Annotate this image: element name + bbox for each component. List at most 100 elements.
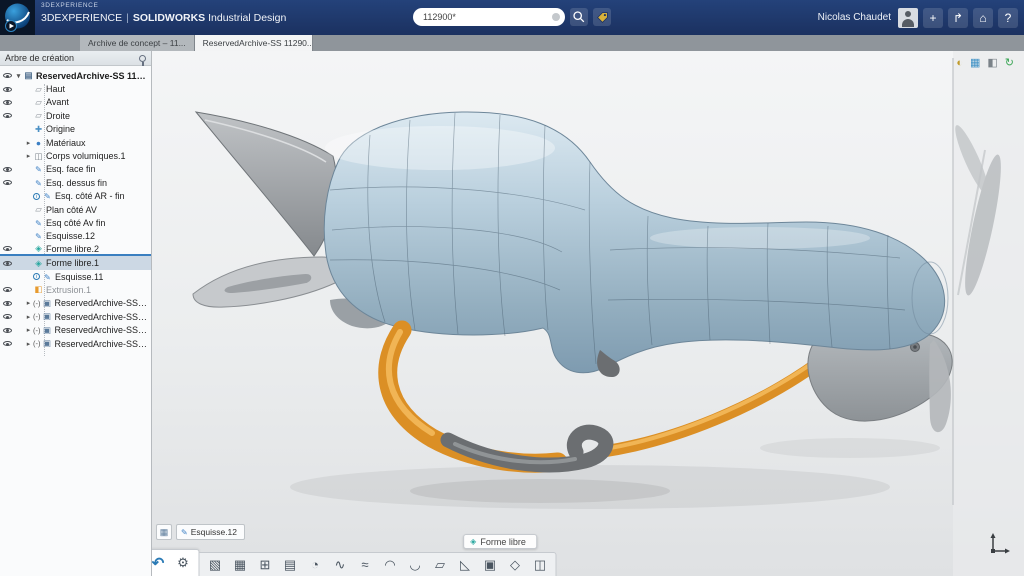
visibility-eye-icon[interactable]	[0, 287, 14, 292]
magnifier-icon	[572, 10, 586, 24]
design-settings-button[interactable]: ⚙	[171, 550, 196, 576]
tree-item[interactable]: Esq. face fin	[0, 163, 151, 176]
tree-item[interactable]: Forme libre.2	[0, 243, 151, 256]
tree-item-label: Esq. dessus fin	[46, 178, 110, 188]
home-button[interactable]: ⌂	[973, 8, 993, 28]
tree-item-label: Extrusion.1	[46, 285, 94, 295]
visibility-eye-icon[interactable]	[0, 100, 14, 105]
help-button[interactable]: ?	[998, 8, 1018, 28]
viewport-3d[interactable]: ◐ ▦ ◧ ↻ ▦ ✎ Esquisse.12 ◈ Forme libre	[152, 51, 1024, 576]
visibility-eye-icon[interactable]	[0, 261, 14, 266]
tab-reserved-archive[interactable]: ReservedArchive-SS 11290... ×	[195, 35, 313, 51]
clear-search-icon[interactable]	[552, 13, 560, 21]
tree-item[interactable]: Esquisse.12	[0, 230, 151, 243]
tree-item[interactable]: Plan côté AV	[0, 203, 151, 216]
expander-icon[interactable]: ▾	[14, 72, 23, 80]
tree-item[interactable]: Forme libre.1	[0, 256, 151, 269]
extrude-cage-button[interactable]: ⊞	[253, 553, 278, 576]
surface-sweep-button[interactable]: ▱	[428, 553, 453, 576]
tree-item[interactable]: Esq. dessus fin	[0, 176, 151, 189]
tree-item[interactable]: ▸ Corps volumiques.1	[0, 149, 151, 162]
tree-item[interactable]: ▸(-)ReservedArchive-SS 1122	[0, 310, 151, 323]
tree-item[interactable]: ▸(-)ReservedArchive-SS 1125	[0, 323, 151, 336]
user-avatar[interactable]	[898, 8, 918, 28]
tree-item-label: Corps volumiques.1	[46, 151, 129, 161]
rear-handle-orange[interactable]	[600, 354, 830, 452]
visibility-eye-icon[interactable]	[0, 314, 14, 319]
tree-item[interactable]: Droite	[0, 109, 151, 122]
tree-item-label: ReservedArchive-SS 1125	[55, 325, 152, 335]
upper-blade[interactable]	[196, 112, 337, 256]
view-grid-icon[interactable]: ▦	[970, 57, 980, 69]
tree-item-label: Origine	[46, 124, 78, 134]
plane-icon	[33, 84, 44, 95]
tree-item[interactable]: ▸Matériaux	[0, 136, 151, 149]
surface-knit-button[interactable]: ▣	[478, 553, 503, 576]
3ds-compass-logo[interactable]	[0, 0, 35, 35]
visibility-eye-icon[interactable]	[0, 328, 14, 333]
expander-icon[interactable]: ▸	[24, 326, 33, 334]
section-view-icon[interactable]: ◧	[987, 57, 997, 69]
primitive-sphere-button[interactable]: ◔	[303, 553, 328, 576]
share-button[interactable]: ↱	[948, 8, 968, 28]
search-value: 112900*	[423, 12, 456, 22]
tree-item[interactable]: Haut	[0, 82, 151, 95]
tree-item[interactable]: Avant	[0, 96, 151, 109]
tab-archive-concept[interactable]: Archive de concept – 11...	[80, 35, 195, 51]
tree-item[interactable]: ▾ReservedArchive-SS 112900_De	[0, 69, 151, 82]
visibility-eye-icon[interactable]	[0, 246, 14, 251]
spline-button[interactable]: ≈	[353, 553, 378, 576]
sketch-icon	[42, 272, 53, 282]
arc-lower-button[interactable]: ◡	[403, 553, 428, 576]
sketch-tool-button[interactable]: ▦	[156, 524, 172, 540]
tag-button[interactable]	[593, 8, 611, 26]
update-icon[interactable]: ↻	[1005, 57, 1014, 69]
tree-item[interactable]: ▸(-)ReservedArchive-SS 1125	[0, 297, 151, 310]
tree-item[interactable]: ▸(-)ReservedArchive-SS 1011	[0, 337, 151, 350]
primitive-box-button[interactable]: ▧	[203, 553, 228, 576]
subdivision-box-button[interactable]: ▦	[228, 553, 253, 576]
orientation-triad[interactable]	[986, 529, 1012, 560]
avatar-head	[905, 11, 911, 17]
3d-model[interactable]	[152, 51, 1024, 576]
visibility-eye-icon[interactable]	[0, 73, 14, 78]
lower-jaw[interactable]	[193, 257, 341, 307]
tree-item[interactable]: iEsquisse.11	[0, 270, 151, 283]
tree-item[interactable]: Esq côté Av fin	[0, 216, 151, 229]
arc-upper-button[interactable]: ◠	[378, 553, 403, 576]
search-input[interactable]: 112900*	[413, 8, 565, 26]
thicken-button[interactable]: ◇	[503, 553, 528, 576]
search-button[interactable]	[570, 8, 588, 26]
expander-icon[interactable]: ▸	[24, 299, 33, 307]
pin-panel-icon[interactable]	[139, 55, 146, 62]
expander-icon[interactable]: ▸	[24, 139, 33, 147]
add-button[interactable]: +	[923, 8, 943, 28]
visibility-eye-icon[interactable]	[0, 341, 14, 346]
visibility-eye-icon[interactable]	[0, 180, 14, 185]
tree-item-label: Forme libre.1	[46, 258, 102, 268]
tree-item[interactable]: iEsq. côté AR - fin	[0, 190, 151, 203]
expander-icon[interactable]: ▸	[24, 313, 33, 321]
body-freeform[interactable]	[324, 112, 948, 373]
curve-button[interactable]: ∿	[328, 553, 353, 576]
tree-item-label: Esq. côté AR - fin	[55, 191, 128, 201]
mirror-button[interactable]: ◫	[528, 553, 553, 576]
visibility-eye-icon[interactable]	[0, 87, 14, 92]
app-title-product: SOLIDWORKS	[133, 12, 205, 24]
visibility-eye-icon[interactable]	[0, 113, 14, 118]
freeform-icon	[33, 243, 44, 254]
tree-item[interactable]: Extrusion.1	[0, 283, 151, 296]
user-area: Nicolas Chaudet +↱⌂?	[818, 0, 1018, 35]
expander-icon[interactable]: ▸	[24, 152, 33, 160]
sketch-chip[interactable]: ✎ Esquisse.12	[176, 524, 245, 540]
tree-item-label: ReservedArchive-SS 1011	[55, 339, 152, 349]
expander-icon[interactable]: ▸	[24, 340, 33, 348]
tree-item[interactable]: Origine	[0, 123, 151, 136]
primitive-cylinder-button[interactable]: ▤	[278, 553, 303, 576]
surface-trim-button[interactable]: ◺	[453, 553, 478, 576]
render-style-icon[interactable]: ◐	[956, 57, 963, 69]
mode-pill[interactable]: ◈ Forme libre	[463, 534, 537, 549]
visibility-eye-icon[interactable]	[0, 167, 14, 172]
tree-item-label: ReservedArchive-SS 1125	[55, 298, 152, 308]
visibility-eye-icon[interactable]	[0, 301, 14, 306]
